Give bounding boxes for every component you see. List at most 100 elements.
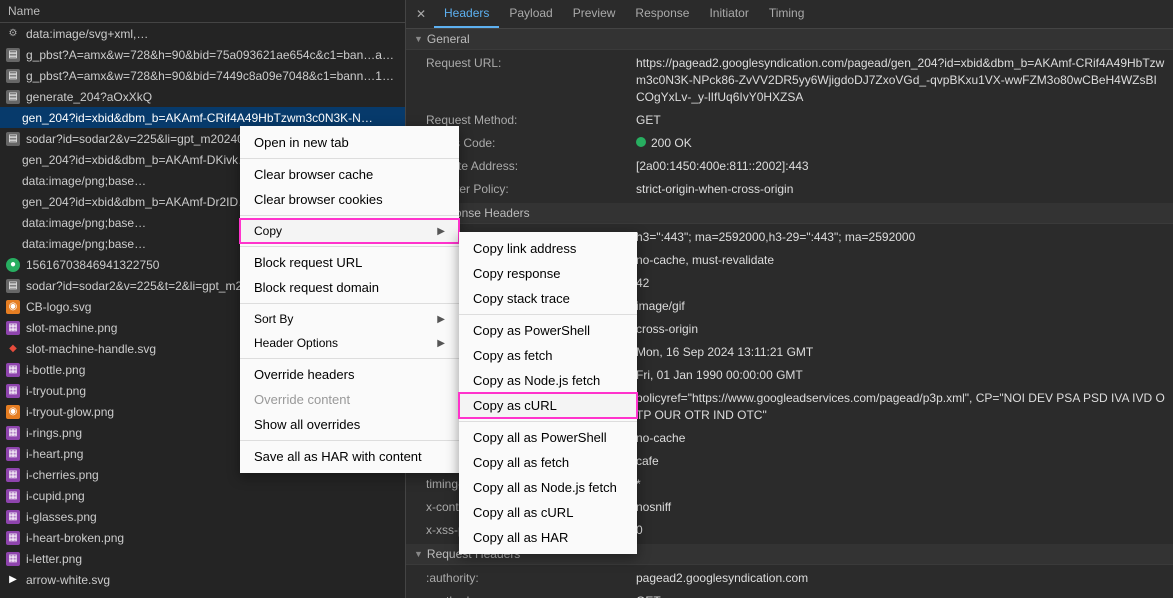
file-type-icon: ●	[6, 258, 20, 272]
file-type-icon: ▦	[6, 510, 20, 524]
submenu-copy-stack[interactable]: Copy stack trace	[459, 286, 637, 311]
submenu-copy-all-curl[interactable]: Copy all as cURL	[459, 500, 637, 525]
submenu-copy-curl[interactable]: Copy as cURL	[459, 393, 637, 418]
submenu-copy-fetch[interactable]: Copy as fetch	[459, 343, 637, 368]
header-value: h3=":443"; ma=2592000,h3-29=":443"; ma=2…	[636, 229, 1165, 246]
file-type-icon: ▦	[6, 447, 20, 461]
menu-clear-cookies[interactable]: Clear browser cookies	[240, 187, 459, 212]
request-name: arrow-white.svg	[26, 573, 399, 587]
request-name: i-glasses.png	[26, 510, 399, 524]
request-row[interactable]: ▦ i-letter.png	[0, 548, 405, 569]
header-value: 42	[636, 275, 1165, 292]
context-menu: Open in new tab Clear browser cache Clea…	[240, 126, 459, 473]
close-icon[interactable]: ✕	[410, 7, 432, 21]
menu-open-new-tab[interactable]: Open in new tab	[240, 130, 459, 155]
submenu-copy-link[interactable]: Copy link address	[459, 236, 637, 261]
status-dot-icon	[636, 137, 646, 147]
request-name: gen_204?id=xbid&dbm_b=AKAmf-CRif4A49HbTz…	[22, 111, 399, 125]
file-type-icon: ▦	[6, 426, 20, 440]
header-key: :method:	[426, 593, 636, 598]
header-row: Referrer Policy:strict-origin-when-cross…	[406, 178, 1173, 201]
file-type-icon: ⚙	[6, 27, 20, 41]
column-header-name[interactable]: Name	[0, 0, 405, 23]
request-name: i-letter.png	[26, 552, 399, 566]
header-value: no-cache, must-revalidate	[636, 252, 1165, 269]
tab-response[interactable]: Response	[625, 0, 699, 28]
request-row[interactable]: ▶arrow-white.svg	[0, 569, 405, 590]
header-value: GET	[636, 593, 1165, 598]
tab-initiator[interactable]: Initiator	[699, 0, 758, 28]
request-row[interactable]: ▦ i-glasses.png	[0, 506, 405, 527]
request-row[interactable]: ▤ g_pbst?A=amx&w=728&h=90&bid=7449c8a09e7…	[0, 65, 405, 86]
menu-override-content: Override content	[240, 387, 459, 412]
file-type-icon: ▤	[6, 132, 20, 146]
header-value: https://pagead2.googlesyndication.com/pa…	[636, 55, 1165, 106]
file-type-icon: ▦	[6, 321, 20, 335]
header-row: Status Code:200 OK	[406, 132, 1173, 155]
tab-headers[interactable]: Headers	[434, 0, 499, 28]
request-row[interactable]: ▤ g_pbst?A=amx&w=728&h=90&bid=75a093621ae…	[0, 44, 405, 65]
header-value: nosniff	[636, 499, 1165, 516]
submenu-copy-all-fetch[interactable]: Copy all as fetch	[459, 450, 637, 475]
request-row[interactable]: ▦i-cupid.png	[0, 485, 405, 506]
section-response-headers[interactable]: ▼Response Headers	[406, 203, 1173, 224]
header-value: policyref="https://www.googleadservices.…	[636, 390, 1165, 424]
header-value: image/gif	[636, 298, 1165, 315]
header-key: Request URL:	[426, 55, 636, 106]
header-value: Fri, 01 Jan 1990 00:00:00 GMT	[636, 367, 1165, 384]
header-value: 0	[636, 522, 1165, 539]
menu-save-har[interactable]: Save all as HAR with content	[240, 444, 459, 469]
request-row[interactable]: gen_204?id=xbid&dbm_b=AKAmf-CRif4A49HbTz…	[0, 107, 405, 128]
header-value: cafe	[636, 453, 1165, 470]
submenu-copy-all-powershell[interactable]: Copy all as PowerShell	[459, 425, 637, 450]
file-type-icon: ◉	[6, 300, 20, 314]
header-value: [2a00:1450:400e:811::2002]:443	[636, 158, 1165, 175]
file-type-icon: ▦	[6, 384, 20, 398]
menu-block-url[interactable]: Block request URL	[240, 250, 459, 275]
submenu-copy-powershell[interactable]: Copy as PowerShell	[459, 318, 637, 343]
header-key: :authority:	[426, 570, 636, 587]
menu-clear-cache[interactable]: Clear browser cache	[240, 162, 459, 187]
header-row: Request URL:https://pagead2.googlesyndic…	[406, 52, 1173, 109]
menu-block-domain[interactable]: Block request domain	[240, 275, 459, 300]
section-title: General	[427, 32, 470, 46]
file-type-icon: ▦	[6, 531, 20, 545]
submenu-copy-response[interactable]: Copy response	[459, 261, 637, 286]
tab-timing[interactable]: Timing	[759, 0, 815, 28]
menu-header-options[interactable]: Header Options▶	[240, 331, 459, 355]
request-row[interactable]: ▤ generate_204?aOxXkQ	[0, 86, 405, 107]
tab-payload[interactable]: Payload	[499, 0, 562, 28]
menu-show-overrides[interactable]: Show all overrides	[240, 412, 459, 437]
request-row[interactable]: ⚙ data:image/svg+xml,…	[0, 23, 405, 44]
menu-copy[interactable]: Copy▶	[240, 219, 459, 243]
header-value: Mon, 16 Sep 2024 13:11:21 GMT	[636, 344, 1165, 361]
header-row: :method:GET	[406, 590, 1173, 598]
file-type-icon: ▤	[6, 48, 20, 62]
section-general[interactable]: ▼General	[406, 29, 1173, 50]
submenu-copy-all-node-fetch[interactable]: Copy all as Node.js fetch	[459, 475, 637, 500]
file-type-icon: ◉	[6, 405, 20, 419]
request-name: generate_204?aOxXkQ	[26, 90, 399, 104]
context-submenu-copy: Copy link address Copy response Copy sta…	[459, 232, 637, 554]
file-type-icon: ▦	[6, 363, 20, 377]
submenu-copy-node-fetch[interactable]: Copy as Node.js fetch	[459, 368, 637, 393]
menu-sort-by[interactable]: Sort By▶	[240, 307, 459, 331]
header-row: :authority:pagead2.googlesyndication.com	[406, 567, 1173, 590]
request-name: data:image/svg+xml,…	[26, 27, 399, 41]
request-name: g_pbst?A=amx&w=728&h=90&bid=75a093621ae6…	[26, 48, 399, 62]
file-type-icon: ▦	[6, 552, 20, 566]
file-type-icon: ▤	[6, 69, 20, 83]
request-row[interactable]: ▦ i-heart-broken.png	[0, 527, 405, 548]
header-value: cross-origin	[636, 321, 1165, 338]
header-row: Request Method:GET	[406, 109, 1173, 132]
request-name: i-cupid.png	[26, 489, 399, 503]
file-type-icon: ▤	[6, 90, 20, 104]
header-value: no-cache	[636, 430, 1165, 447]
request-name: g_pbst?A=amx&w=728&h=90&bid=7449c8a09e70…	[26, 69, 399, 83]
tab-preview[interactable]: Preview	[563, 0, 626, 28]
header-value: *	[636, 476, 1165, 493]
request-name: i-heart-broken.png	[26, 531, 399, 545]
submenu-copy-all-har[interactable]: Copy all as HAR	[459, 525, 637, 550]
menu-override-headers[interactable]: Override headers	[240, 362, 459, 387]
file-type-icon: ▦	[6, 468, 20, 482]
